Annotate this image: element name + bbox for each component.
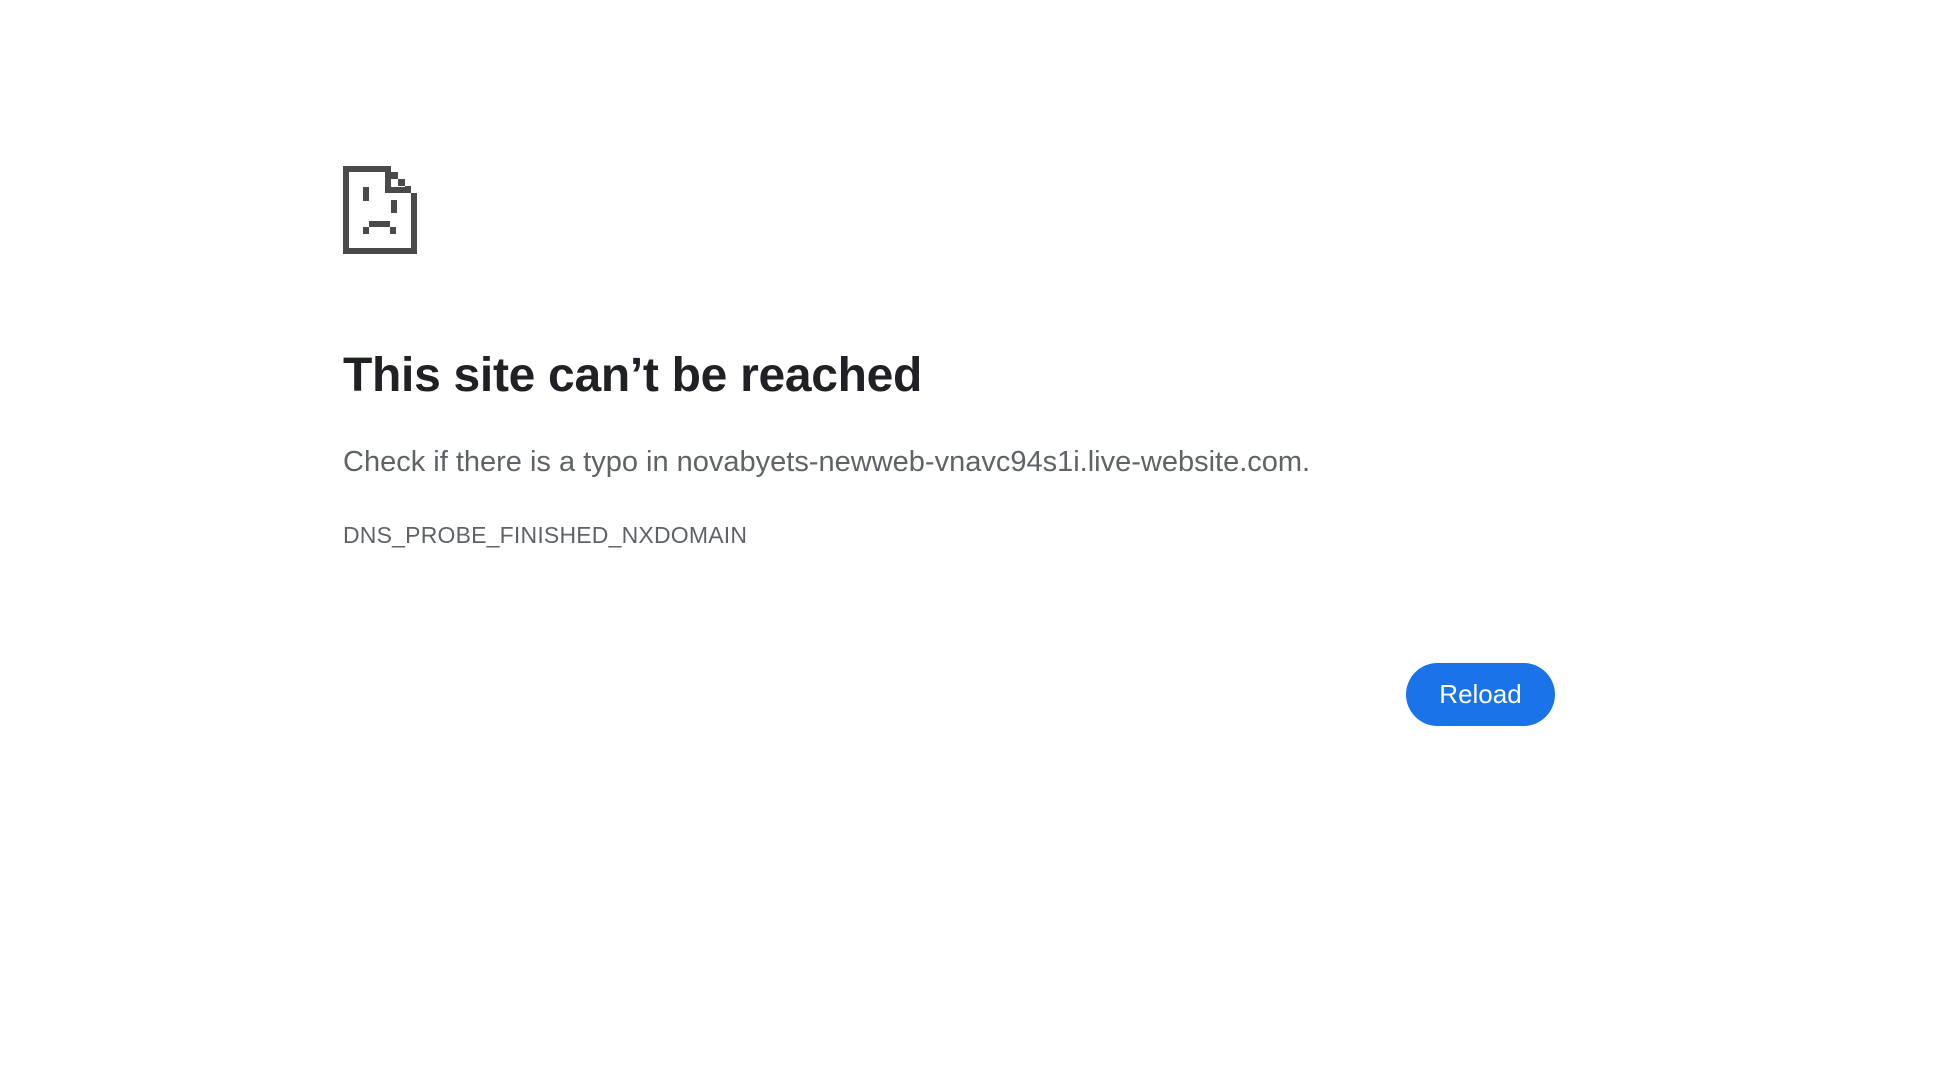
error-page: This site can’t be reached Check if ther… [0,0,1942,1074]
error-code: DNS_PROBE_FINISHED_NXDOMAIN [343,522,748,548]
reload-button[interactable]: Reload [1406,663,1555,726]
sad-page-icon [343,166,417,254]
error-content: This site can’t be reached Check if ther… [343,166,1555,726]
page-title: This site can’t be reached [343,349,923,402]
error-message: Check if there is a typo in novabyets-ne… [343,446,1311,478]
